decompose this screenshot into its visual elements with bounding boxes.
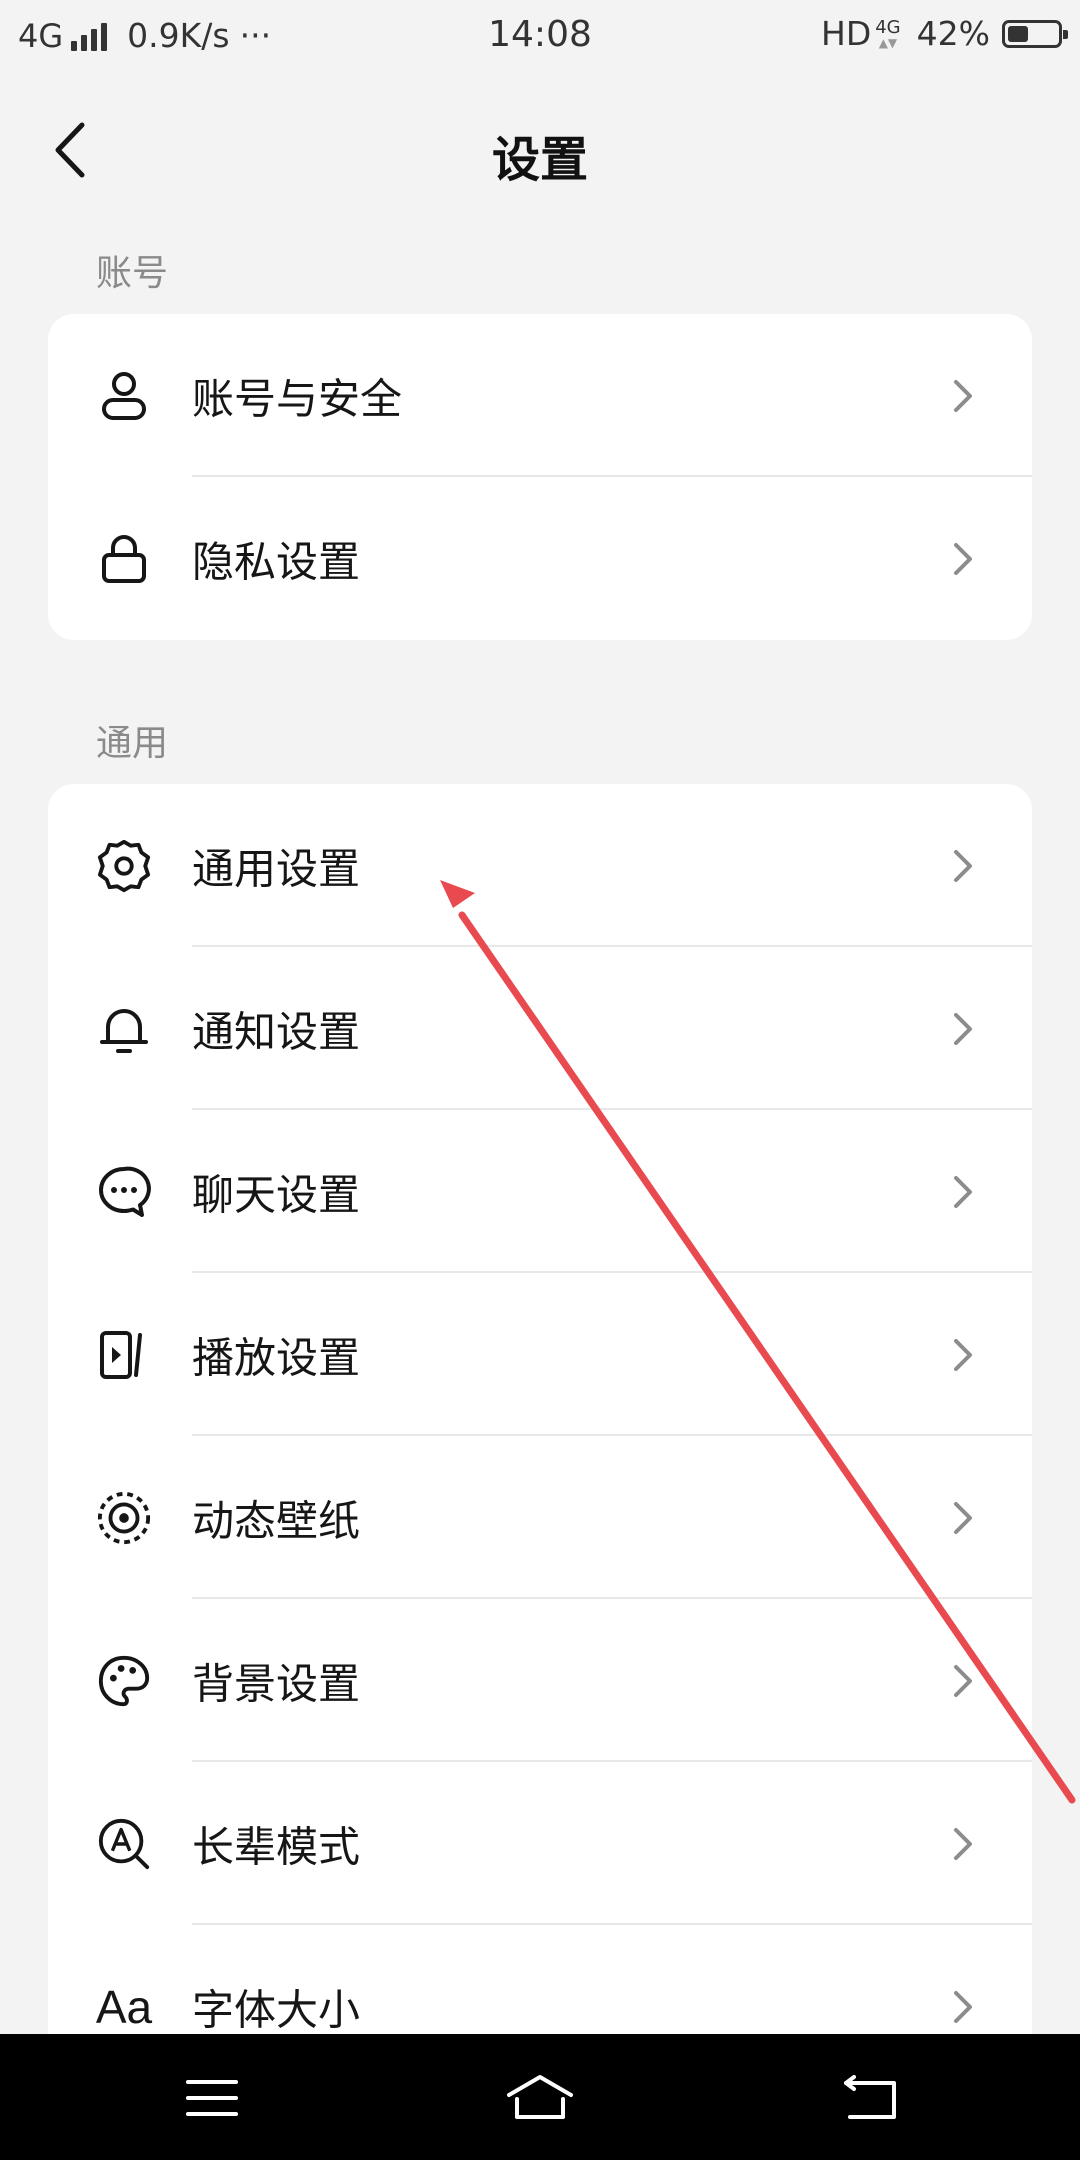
row-label: 通用设置 <box>192 844 361 893</box>
gear-icon <box>96 838 152 894</box>
nav-header: 设置 <box>0 80 1080 220</box>
row-privacy[interactable]: 隐私设置 <box>48 477 1032 640</box>
hd-indicator: HD <box>821 14 872 53</box>
battery-percent: 42% <box>916 14 990 53</box>
chevron-right-icon <box>954 1338 972 1371</box>
row-label: 播放设置 <box>192 1333 361 1382</box>
page-title: 设置 <box>491 132 588 188</box>
data-network-icon: 4G ▲▼ <box>875 16 901 50</box>
chevron-right-icon <box>954 1175 972 1208</box>
section-label-general: 通用 <box>96 723 169 764</box>
chevron-right-icon <box>954 1664 972 1697</box>
palette-icon <box>96 1653 152 1709</box>
row-elder-mode[interactable]: 长辈模式 <box>48 1762 1032 1925</box>
menu-button[interactable] <box>182 2068 242 2128</box>
card-general: 通用设置 通知设置 聊天设置 播放设置 动态壁纸 背景设置 长辈模式 Aa 字体… <box>48 784 1032 2054</box>
status-bar: 4G 0.9K/s ··· 14:08 HD 4G ▲▼ 42% <box>0 0 1080 74</box>
data-arrows-icon: ▲▼ <box>878 35 898 50</box>
row-label: 账号与安全 <box>192 374 403 423</box>
chevron-right-icon <box>954 1990 972 2023</box>
menu-icon <box>186 2080 238 2116</box>
row-label: 聊天设置 <box>192 1170 361 1219</box>
row-label: 长辈模式 <box>192 1822 361 1871</box>
row-label: 动态壁纸 <box>192 1496 361 1545</box>
play-screen-icon <box>96 1327 152 1383</box>
row-label: 背景设置 <box>192 1659 361 1708</box>
chevron-right-icon <box>954 1501 972 1534</box>
row-general-settings[interactable]: 通用设置 <box>48 784 1032 947</box>
elder-mode-icon <box>96 1816 152 1872</box>
chevron-right-icon <box>954 1827 972 1860</box>
row-label: 通知设置 <box>192 1007 361 1056</box>
row-label: 字体大小 <box>192 1985 361 2034</box>
bell-icon <box>96 1001 152 1057</box>
status-right: HD 4G ▲▼ 42% <box>821 14 1068 53</box>
battery-cap <box>1063 29 1068 39</box>
row-chat-settings[interactable]: 聊天设置 <box>48 1110 1032 1273</box>
person-icon <box>96 368 152 424</box>
row-label: 隐私设置 <box>192 537 361 586</box>
data-network-label: 4G <box>875 16 901 38</box>
chevron-right-icon <box>954 542 972 575</box>
chevron-right-icon <box>954 1012 972 1045</box>
chevron-right-icon <box>954 849 972 882</box>
section-label-account: 账号 <box>96 253 169 294</box>
row-account-security[interactable]: 账号与安全 <box>48 314 1032 477</box>
home-icon <box>507 2075 573 2119</box>
row-dynamic-wallpaper[interactable]: 动态壁纸 <box>48 1436 1032 1599</box>
font-size-icon: Aa <box>95 1980 153 2033</box>
lock-icon <box>96 531 152 587</box>
card-account: 账号与安全 隐私设置 <box>48 314 1032 640</box>
battery-icon <box>1002 19 1068 48</box>
chat-bubble-icon <box>96 1164 152 1220</box>
back-nav-button[interactable] <box>840 2068 900 2128</box>
battery-fill <box>1008 25 1028 42</box>
row-background-settings[interactable]: 背景设置 <box>48 1599 1032 1762</box>
row-notification-settings[interactable]: 通知设置 <box>48 947 1032 1110</box>
dynamic-wallpaper-icon <box>96 1490 152 1546</box>
settings-screen: 4G 0.9K/s ··· 14:08 HD 4G ▲▼ 42% 设置 账号 账… <box>0 0 1080 2160</box>
return-icon <box>844 2075 896 2119</box>
row-playback-settings[interactable]: 播放设置 <box>48 1273 1032 1436</box>
home-button[interactable] <box>505 2068 575 2128</box>
system-nav-bar <box>0 2034 1080 2160</box>
chevron-right-icon <box>954 379 972 412</box>
